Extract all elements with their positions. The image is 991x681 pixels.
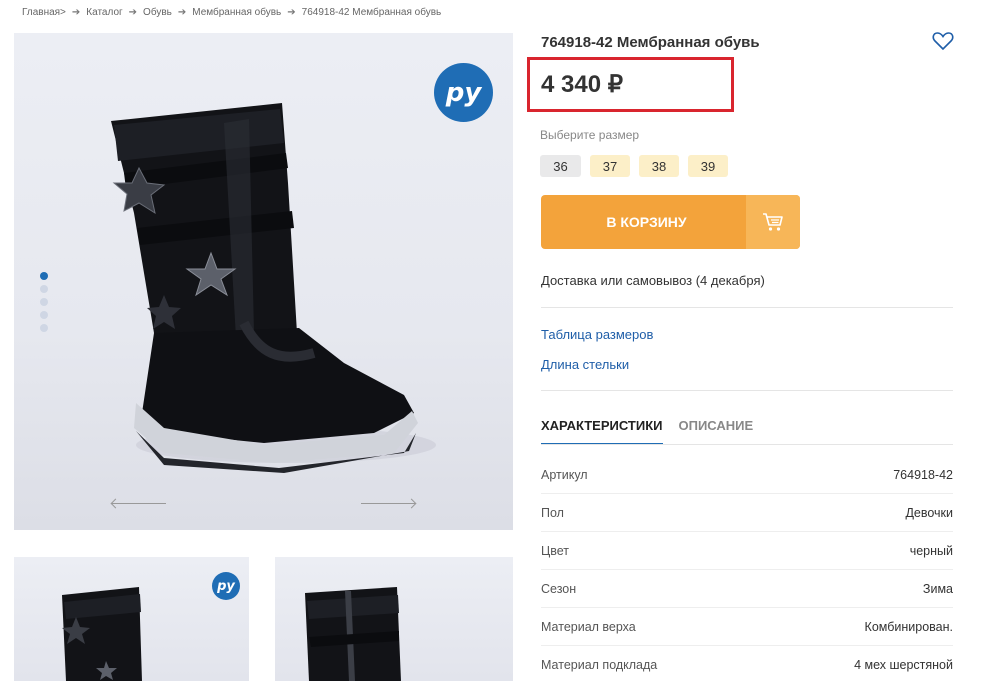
breadcrumb-catalog[interactable]: Каталог — [86, 7, 122, 18]
delivery-info: Доставка или самовывоз (4 декабря) — [541, 273, 765, 288]
specs-table: Артикул 764918-42 Пол Девочки Цвет черны… — [541, 456, 953, 681]
size-option-36[interactable]: 36 — [540, 155, 581, 177]
thumb-brand-badge: ру — [212, 572, 240, 600]
size-picker-label: Выберите размер — [540, 128, 640, 142]
breadcrumb-home[interactable]: Главная> — [22, 7, 66, 18]
brand-badge: ру — [434, 63, 493, 122]
product-tabs: ХАРАКТЕРИСТИКИ ОПИСАНИЕ — [541, 418, 753, 445]
breadcrumb-arrow-icon: ➔ — [287, 7, 296, 18]
tab-description[interactable]: ОПИСАНИЕ — [679, 418, 754, 445]
thumbnail-2[interactable] — [275, 557, 513, 681]
size-picker: 36 37 38 39 — [540, 155, 728, 177]
carousel-dots — [40, 272, 48, 332]
cart-icon — [746, 195, 800, 249]
carousel-dot[interactable] — [40, 272, 48, 280]
carousel-dot[interactable] — [40, 324, 48, 332]
spec-value: черный — [909, 543, 953, 558]
spec-value: Зима — [922, 581, 953, 596]
add-to-cart-label: В КОРЗИНУ — [606, 214, 687, 230]
breadcrumb-arrow-icon: ➔ — [71, 7, 81, 18]
size-table-link[interactable]: Таблица размеров — [541, 327, 653, 342]
carousel-dot[interactable] — [40, 285, 48, 293]
spec-key: Материал верха — [541, 619, 636, 634]
spec-value: Девочки — [905, 505, 953, 520]
divider — [541, 390, 953, 391]
spec-row: Артикул 764918-42 — [541, 456, 953, 494]
size-option-38[interactable]: 38 — [639, 155, 679, 177]
thumbnail-1[interactable]: ру — [14, 557, 249, 681]
prev-arrow-icon[interactable] — [112, 503, 166, 504]
boot-thumbnail-image — [62, 587, 142, 681]
breadcrumb-current: 764918-42 Мембранная обувь — [301, 7, 442, 18]
spec-row: Цвет черный — [541, 532, 953, 570]
insole-length-link[interactable]: Длина стельки — [541, 357, 629, 372]
spec-value: 4 мех шерстяной — [854, 657, 953, 672]
add-to-cart-button[interactable]: В КОРЗИНУ — [541, 195, 800, 249]
breadcrumb-arrow-icon: ➔ — [177, 7, 187, 18]
breadcrumb: Главная> ➔ Каталог ➔ Обувь ➔ Мембранная … — [22, 7, 441, 18]
spec-key: Материал подклада — [541, 657, 658, 672]
carousel-dot[interactable] — [40, 311, 48, 319]
breadcrumb-arrow-icon: ➔ — [128, 7, 138, 18]
size-option-37[interactable]: 37 — [590, 155, 630, 177]
spec-key: Артикул — [541, 467, 588, 482]
breadcrumb-membrane[interactable]: Мембранная обувь — [192, 7, 281, 18]
size-option-39[interactable]: 39 — [688, 155, 728, 177]
carousel-dot[interactable] — [40, 298, 48, 306]
product-title: 764918-42 Мембранная обувь — [541, 34, 760, 51]
spec-row: Пол Девочки — [541, 494, 953, 532]
spec-row: Сезон Зима — [541, 570, 953, 608]
spec-value: Комбинирован. — [864, 619, 953, 634]
spec-row: Материал подклада 4 мех шерстяной — [541, 646, 953, 681]
heart-outline-icon[interactable] — [932, 31, 954, 51]
spec-row: Материал верха Комбинирован. — [541, 608, 953, 646]
product-page: Главная> ➔ Каталог ➔ Обувь ➔ Мембранная … — [0, 0, 991, 681]
boot-side-thumbnail-image — [305, 587, 401, 681]
spec-key: Цвет — [541, 543, 570, 558]
next-arrow-icon[interactable] — [361, 503, 415, 504]
breadcrumb-shoes[interactable]: Обувь — [143, 7, 172, 18]
product-price: 4 340 ₽ — [541, 71, 623, 98]
tab-characteristics[interactable]: ХАРАКТЕРИСТИКИ — [541, 418, 663, 445]
spec-key: Сезон — [541, 581, 577, 596]
main-product-photo[interactable]: ру — [14, 33, 513, 530]
divider — [541, 444, 953, 445]
spec-key: Пол — [541, 505, 564, 520]
divider — [541, 307, 953, 308]
spec-value: 764918-42 — [893, 467, 953, 482]
